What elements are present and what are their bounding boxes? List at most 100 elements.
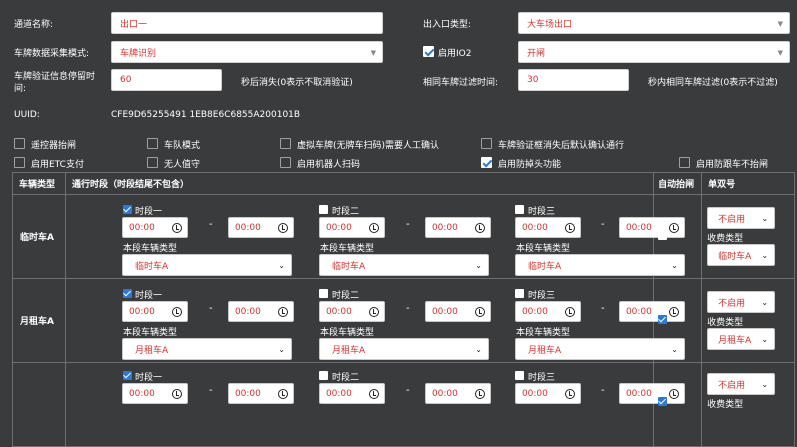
period1-start-time[interactable]: 00:00	[121, 301, 188, 322]
option-label: 车牌验证框消失后默认确认通行	[498, 141, 625, 151]
period3-start-time[interactable]: 00:00	[514, 301, 581, 322]
etc-pay-checkbox[interactable]	[14, 157, 25, 168]
fee-type-label: 收费类型	[707, 318, 744, 328]
channel-name-input[interactable]: 出口一	[111, 12, 383, 34]
period2-start-time[interactable]: 00:00	[318, 383, 385, 404]
fee-type-select[interactable]: 月租车A ⌄	[707, 328, 776, 350]
auto-lift-cell	[653, 362, 703, 447]
chevron-down-icon: ▼	[777, 20, 783, 28]
option-label: 启用ETC支付	[31, 160, 84, 170]
stay-time-label: 车牌验证信息停留时间:	[14, 72, 96, 94]
period1-checkbox[interactable]	[122, 205, 132, 214]
option-label: 启用机器人扫码	[297, 160, 361, 170]
period3-checkbox[interactable]	[514, 371, 524, 380]
option-label: 遥控器抬闸	[31, 141, 77, 151]
entry-type-select[interactable]: 大车场出口 ▼	[518, 12, 790, 34]
vehicle-value: 临时车A	[527, 261, 562, 272]
period3-start-time[interactable]: 00:00	[514, 383, 581, 404]
plate-mode-select[interactable]: 车牌识别 ▼	[111, 41, 383, 63]
clock-icon	[474, 223, 485, 233]
period2-start-time[interactable]: 00:00	[318, 301, 385, 322]
period2-checkbox[interactable]	[318, 205, 328, 214]
period2-vehicle-select[interactable]: 月租车A ⌄	[318, 338, 489, 360]
robot-scan-checkbox[interactable]	[280, 157, 291, 168]
period1-vehicle-select[interactable]: 临时车A ⌄	[121, 254, 292, 276]
time-dash: -	[208, 219, 213, 230]
fee-value: 临时车A	[718, 251, 752, 262]
period1-vehicle-select[interactable]: 月租车A ⌄	[121, 338, 292, 360]
unattended-checkbox[interactable]	[147, 157, 158, 168]
time-value: 00:00	[625, 222, 652, 233]
period3-checkbox[interactable]	[514, 289, 524, 298]
period-label: 时段二	[331, 207, 359, 217]
fee-type-select[interactable]: 临时车A ⌄	[707, 244, 776, 266]
vehicle-value: 临时车A	[331, 261, 366, 272]
period2-checkbox[interactable]	[318, 289, 328, 298]
clock-icon	[277, 389, 288, 399]
auto-lift-checkbox[interactable]	[658, 231, 668, 240]
time-value: 00:00	[431, 388, 458, 399]
period1-end-time[interactable]: 00:00	[227, 383, 294, 404]
default-pass-checkbox[interactable]	[481, 138, 492, 149]
period-type-label: 本段车辆类型	[515, 244, 570, 254]
vehicle-value: 临时车A	[134, 261, 169, 272]
virtual-plate-checkbox[interactable]	[280, 138, 291, 149]
clock-icon	[474, 307, 485, 317]
filter-time-suffix: 秒内相同车牌过滤(0表示不过滤)	[648, 78, 778, 88]
period2-checkbox[interactable]	[318, 371, 328, 380]
period-label: 时段三	[527, 291, 555, 301]
time-value: 00:00	[625, 388, 652, 399]
period-type-label: 本段车辆类型	[122, 244, 177, 254]
io2-select[interactable]: 开闸 ▼	[518, 41, 790, 63]
period1-end-time[interactable]: 00:00	[227, 301, 294, 322]
period2-end-time[interactable]: 00:00	[424, 301, 491, 322]
chevron-down-icon: ⌄	[761, 214, 769, 223]
parity-value: 不启用	[718, 214, 746, 225]
chevron-down-icon: ⌄	[761, 335, 769, 344]
chevron-down-icon: ▼	[370, 49, 376, 57]
fleet-mode-checkbox[interactable]	[147, 138, 158, 149]
option-label: 无人值守	[164, 160, 201, 170]
parity-select[interactable]: 不启用 ⌄	[707, 291, 776, 313]
time-dash: -	[600, 303, 605, 314]
period3-start-time[interactable]: 00:00	[514, 217, 581, 238]
period1-start-time[interactable]: 00:00	[121, 383, 188, 404]
filter-time-input[interactable]: 30	[518, 69, 629, 91]
parity-select[interactable]: 不启用 ⌄	[707, 207, 776, 229]
plate-mode-value: 车牌识别	[120, 48, 157, 59]
period3-checkbox[interactable]	[514, 205, 524, 214]
option-label: 虚拟车牌(无牌车扫码)需要人工确认	[297, 141, 440, 151]
uuid-label: UUID:	[14, 110, 40, 120]
period1-end-time[interactable]: 00:00	[227, 217, 294, 238]
period2-start-time[interactable]: 00:00	[318, 217, 385, 238]
channel-name-label: 通道名称:	[14, 20, 54, 30]
time-value: 00:00	[128, 388, 155, 399]
period2-end-time[interactable]: 00:00	[424, 383, 491, 404]
clock-icon	[277, 223, 288, 233]
table-row: 临时车A 时段一 00:00 - 00:00 本段车辆类型 临时车A ⌄ 时段二 …	[12, 194, 795, 279]
vehicle-value: 月租车A	[331, 345, 366, 356]
parity-value: 不启用	[718, 298, 746, 309]
auto-lift-checkbox[interactable]	[658, 315, 668, 324]
io2-checkbox[interactable]	[423, 46, 434, 57]
time-value: 00:00	[234, 388, 261, 399]
clock-icon	[564, 223, 575, 233]
table-row: 时段一 00:00 - 00:00 时段二 00:00 - 00:00 时段三 …	[12, 362, 795, 447]
period1-checkbox[interactable]	[122, 289, 132, 298]
anti-uturn-checkbox[interactable]	[481, 157, 492, 168]
period1-start-time[interactable]: 00:00	[121, 217, 188, 238]
period-type-label: 本段车辆类型	[122, 328, 177, 338]
period2-vehicle-select[interactable]: 临时车A ⌄	[318, 254, 489, 276]
anti-tailgate-checkbox[interactable]	[679, 157, 690, 168]
remote-lift-checkbox[interactable]	[14, 138, 25, 149]
chevron-down-icon: ⌄	[761, 298, 769, 307]
stay-time-value: 60	[120, 75, 132, 85]
period1-checkbox[interactable]	[122, 371, 132, 380]
period-label: 时段一	[134, 207, 162, 217]
parity-select[interactable]: 不启用 ⌄	[707, 373, 776, 395]
chevron-down-icon: ⌄	[475, 261, 482, 270]
vehicle-type-cell	[12, 362, 66, 447]
stay-time-input[interactable]: 60	[111, 69, 222, 91]
time-dash: -	[600, 385, 605, 396]
period2-end-time[interactable]: 00:00	[424, 217, 491, 238]
